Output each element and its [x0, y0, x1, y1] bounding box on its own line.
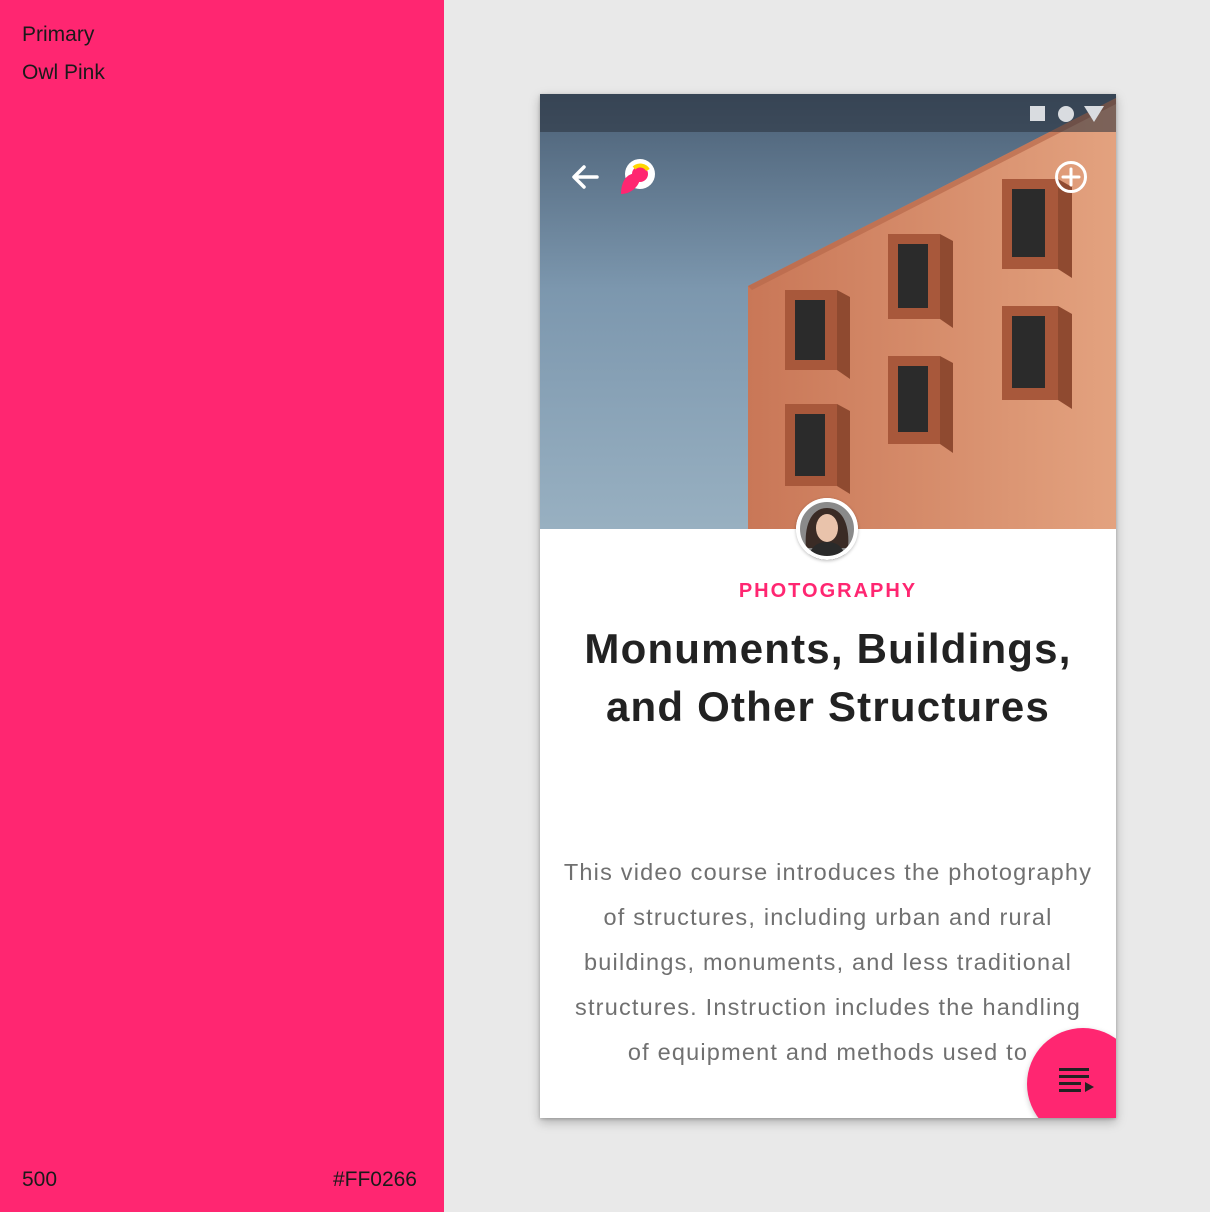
- phone-screen: PHOTOGRAPHY Monuments, Buildings, and Ot…: [540, 94, 1116, 1118]
- swatch-color-name: Owl Pink: [22, 61, 105, 84]
- owl-logo: [618, 156, 658, 198]
- arrow-left-icon: [572, 165, 599, 189]
- swatch-category-label: Primary: [22, 23, 95, 46]
- course-description: This video course introduces the photogr…: [563, 859, 1093, 1065]
- hero-image: [540, 94, 1116, 529]
- swatch-hex: #FF0266: [332, 1168, 417, 1191]
- triangle-icon: [1084, 106, 1104, 122]
- course-title: Monuments, Buildings, and Other Structur…: [584, 625, 1072, 730]
- add-button[interactable]: [1053, 159, 1089, 195]
- status-bar: [540, 94, 1116, 132]
- playlist-icon: [1059, 1068, 1094, 1092]
- instructor-avatar[interactable]: [796, 498, 858, 560]
- add-circle-icon: [1055, 161, 1087, 193]
- circle-icon: [1058, 106, 1074, 122]
- course-category: PHOTOGRAPHY: [738, 580, 918, 602]
- color-swatch-panel: Primary Owl Pink 500 #FF0266: [0, 0, 444, 1212]
- avatar-photo: [796, 498, 858, 560]
- owl-logo-icon: [621, 159, 655, 194]
- back-button[interactable]: [568, 160, 602, 194]
- swatch-tone: 500: [22, 1168, 58, 1191]
- square-icon: [1030, 106, 1045, 121]
